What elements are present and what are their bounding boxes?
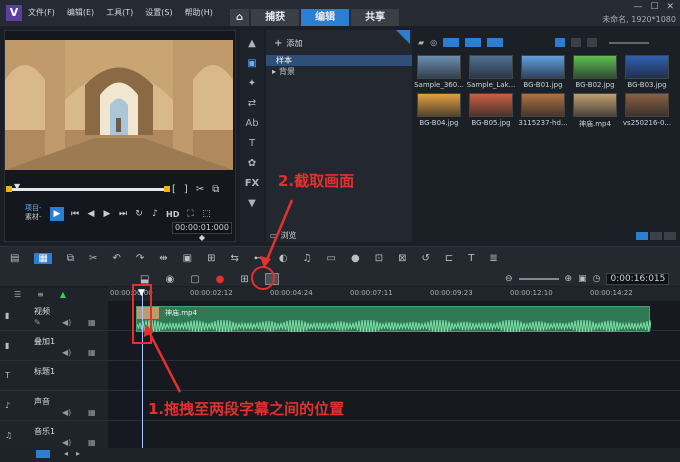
status-scroll-icon[interactable] xyxy=(36,450,50,458)
annotation-drag: 1.拖拽至两段字幕之间的位置 xyxy=(148,400,345,418)
annotation-capture: 2.截取画面 xyxy=(278,172,355,190)
annotation-arrows xyxy=(144,199,294,393)
status-prev-icon[interactable]: ◂ xyxy=(64,449,68,458)
status-next-icon[interactable]: ▸ xyxy=(76,449,80,458)
status-bar: ◂ ▸ xyxy=(0,448,680,462)
